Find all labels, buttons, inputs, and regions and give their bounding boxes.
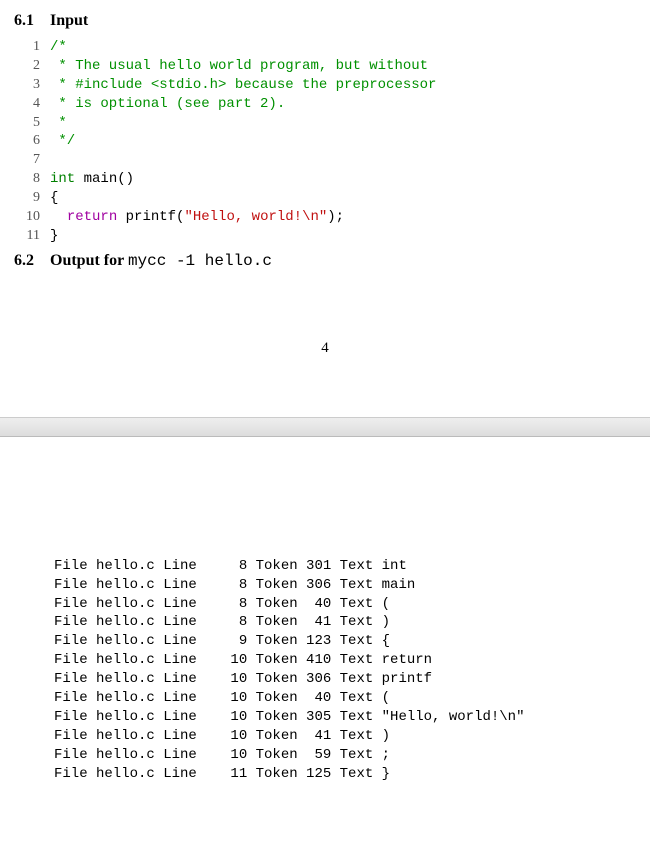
code-token: *: [50, 115, 67, 131]
line-number: 7: [14, 151, 40, 170]
output-row: File hello.c Line 9 Token 123 Text {: [14, 632, 636, 651]
code-text: }: [40, 227, 58, 246]
code-text: {: [40, 189, 58, 208]
code-line: 2 * The usual hello world program, but w…: [14, 57, 636, 76]
output-row: File hello.c Line 10 Token 40 Text (: [14, 689, 636, 708]
line-number: 3: [14, 76, 40, 95]
code-token: * #include <stdio.h> because the preproc…: [50, 77, 436, 93]
section-number: 6.2: [14, 252, 34, 269]
code-line: 10 return printf("Hello, world!\n");: [14, 208, 636, 227]
code-line: 11}: [14, 227, 636, 246]
code-line: 8int main(): [14, 170, 636, 189]
code-text: * #include <stdio.h> because the preproc…: [40, 76, 436, 95]
section-title: Input: [50, 12, 88, 29]
output-row: File hello.c Line 8 Token 40 Text (: [14, 595, 636, 614]
page-number: 4: [14, 340, 636, 357]
line-number: 8: [14, 170, 40, 189]
line-number: 1: [14, 38, 40, 57]
code-token: int: [50, 171, 75, 187]
code-token: printf(: [117, 209, 184, 225]
code-token: {: [50, 190, 58, 206]
code-text: */: [40, 132, 75, 151]
output-row: File hello.c Line 10 Token 306 Text prin…: [14, 670, 636, 689]
code-line: 5 *: [14, 114, 636, 133]
output-row: File hello.c Line 10 Token 41 Text ): [14, 727, 636, 746]
code-text: return printf("Hello, world!\n");: [40, 208, 344, 227]
code-listing: 1 /* 2 * The usual hello world program, bu…: [14, 38, 636, 246]
code-token: * is optional (see part 2).: [50, 96, 285, 112]
code-line: 7: [14, 151, 636, 170]
code-token: [50, 209, 67, 225]
line-number: 6: [14, 132, 40, 151]
line-number: 10: [14, 208, 40, 227]
code-token: */: [50, 133, 75, 149]
section-heading-input: 6.1 Input: [14, 12, 636, 30]
code-token: * The usual hello world program, but wit…: [50, 58, 428, 74]
code-text: *: [40, 114, 67, 133]
code-text: * is optional (see part 2).: [40, 95, 285, 114]
code-line: 6 */: [14, 132, 636, 151]
output-row: File hello.c Line 10 Token 59 Text ;: [14, 746, 636, 765]
code-line: 9{: [14, 189, 636, 208]
code-text: /*: [40, 38, 67, 57]
lexer-output: File hello.c Line 8 Token 301 Text intFi…: [14, 557, 636, 784]
code-token: );: [327, 209, 344, 225]
code-token: /*: [50, 39, 67, 55]
code-token: "Hello, world!\n": [184, 209, 327, 225]
output-row: File hello.c Line 8 Token 306 Text main: [14, 576, 636, 595]
code-text: [40, 151, 58, 170]
page-break: [0, 417, 650, 437]
code-token: }: [50, 228, 58, 244]
section-heading-output: 6.2 Output for mycc -1 hello.c: [14, 252, 636, 270]
section-number: 6.1: [14, 12, 34, 29]
code-text: * The usual hello world program, but wit…: [40, 57, 428, 76]
output-row: File hello.c Line 10 Token 305 Text "Hel…: [14, 708, 636, 727]
code-line: 1 /*: [14, 38, 636, 57]
line-number: 9: [14, 189, 40, 208]
code-token: return: [67, 209, 117, 225]
line-number: 5: [14, 114, 40, 133]
section-title-prefix: Output for: [50, 252, 128, 269]
code-text: int main(): [40, 170, 134, 189]
code-line: 4 * is optional (see part 2).: [14, 95, 636, 114]
output-row: File hello.c Line 11 Token 125 Text }: [14, 765, 636, 784]
section-title-cmd: mycc -1 hello.c: [128, 252, 272, 270]
output-row: File hello.c Line 8 Token 301 Text int: [14, 557, 636, 576]
output-row: File hello.c Line 8 Token 41 Text ): [14, 613, 636, 632]
output-row: File hello.c Line 10 Token 410 Text retu…: [14, 651, 636, 670]
code-token: main(): [75, 171, 134, 187]
line-number: 11: [14, 227, 40, 246]
line-number: 4: [14, 95, 40, 114]
line-number: 2: [14, 57, 40, 76]
code-line: 3 * #include <stdio.h> because the prepr…: [14, 76, 636, 95]
